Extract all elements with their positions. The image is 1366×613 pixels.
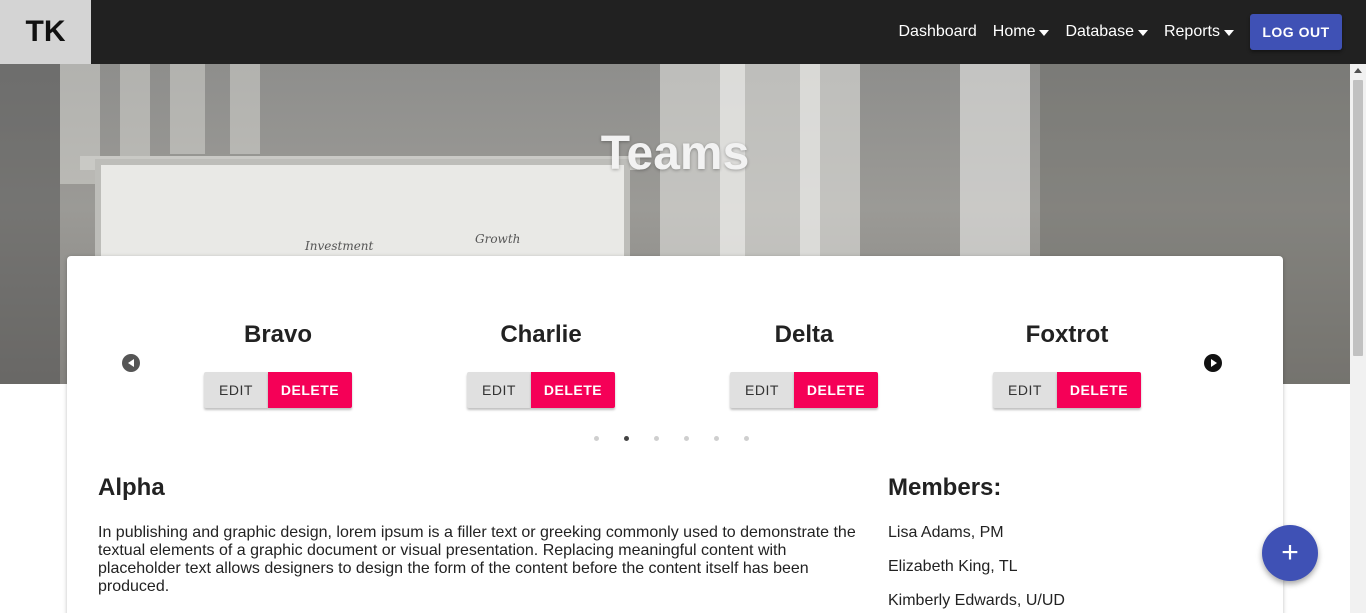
carousel-next-button[interactable] xyxy=(1204,354,1222,372)
caret-down-icon xyxy=(1224,29,1234,36)
edit-team-button[interactable]: EDIT xyxy=(204,372,268,408)
carousel-pagination xyxy=(594,436,774,441)
scroll-up-arrow-icon[interactable] xyxy=(1354,68,1362,73)
nav-dropdown-home[interactable]: Home xyxy=(993,23,1050,41)
team-name: Bravo xyxy=(243,321,313,348)
team-name: Delta xyxy=(774,321,834,348)
nav-link-dashboard[interactable]: Dashboard xyxy=(899,23,977,41)
nav-link-label: Reports xyxy=(1163,23,1220,40)
member-item: Kimberly Edwards, U/UD xyxy=(888,592,1065,609)
page-title: Teams xyxy=(600,127,750,180)
nav-links: Dashboard Home Database Reports LOG OUT xyxy=(883,0,1342,64)
top-navbar: TK Dashboard Home Database Reports LOG O… xyxy=(0,0,1366,64)
scrollbar-thumb[interactable] xyxy=(1353,80,1363,356)
edit-team-button[interactable]: EDIT xyxy=(730,372,794,408)
team-detail-title: Alpha xyxy=(98,474,165,501)
logout-button[interactable]: LOG OUT xyxy=(1250,14,1342,50)
carousel-dot[interactable] xyxy=(624,436,629,441)
teams-card: Bravo EDIT DELETE Charlie EDIT DELETE De… xyxy=(67,256,1283,613)
delete-team-button[interactable]: DELETE xyxy=(268,372,352,408)
team-name: Foxtrot xyxy=(1025,321,1109,348)
delete-team-button[interactable]: DELETE xyxy=(1057,372,1141,408)
carousel-dot[interactable] xyxy=(594,436,599,441)
nav-dropdown-reports[interactable]: Reports xyxy=(1164,23,1234,41)
carousel-dot[interactable] xyxy=(684,436,689,441)
members-heading: Members: xyxy=(888,474,1002,501)
nav-dropdown-database[interactable]: Database xyxy=(1065,23,1148,41)
edit-team-button[interactable]: EDIT xyxy=(467,372,531,408)
brand-logo[interactable]: TK xyxy=(0,0,91,64)
chevron-right-icon xyxy=(1210,359,1217,367)
delete-team-button[interactable]: DELETE xyxy=(794,372,878,408)
team-name: Charlie xyxy=(500,321,582,348)
edit-team-button[interactable]: EDIT xyxy=(993,372,1057,408)
carousel-dot[interactable] xyxy=(714,436,719,441)
carousel-dot[interactable] xyxy=(654,436,659,441)
caret-down-icon xyxy=(1137,29,1148,36)
member-item: Elizabeth King, TL xyxy=(888,558,1018,575)
scribble-text: Investment xyxy=(305,239,374,253)
carousel-prev-button[interactable] xyxy=(122,354,140,372)
nav-link-label: Home xyxy=(992,23,1036,40)
nav-link-label: Database xyxy=(1065,23,1134,40)
caret-down-icon xyxy=(1039,29,1050,36)
scribble-text: Growth xyxy=(475,232,521,246)
team-slide: Charlie EDIT DELETE xyxy=(451,320,631,408)
member-item: Lisa Adams, PM xyxy=(888,524,1004,541)
team-description: In publishing and graphic design, lorem … xyxy=(98,524,856,595)
page-scrollbar[interactable] xyxy=(1350,64,1366,613)
plus-icon: + xyxy=(1281,536,1299,569)
team-slide: Foxtrot EDIT DELETE xyxy=(977,320,1157,408)
chevron-left-icon xyxy=(127,359,134,367)
delete-team-button[interactable]: DELETE xyxy=(531,372,615,408)
carousel-dot[interactable] xyxy=(744,436,749,441)
add-team-button[interactable]: + xyxy=(1262,525,1318,581)
team-slide: Delta EDIT DELETE xyxy=(714,320,894,408)
team-slide: Bravo EDIT DELETE xyxy=(188,320,368,408)
nav-link-label: Dashboard xyxy=(898,23,977,40)
